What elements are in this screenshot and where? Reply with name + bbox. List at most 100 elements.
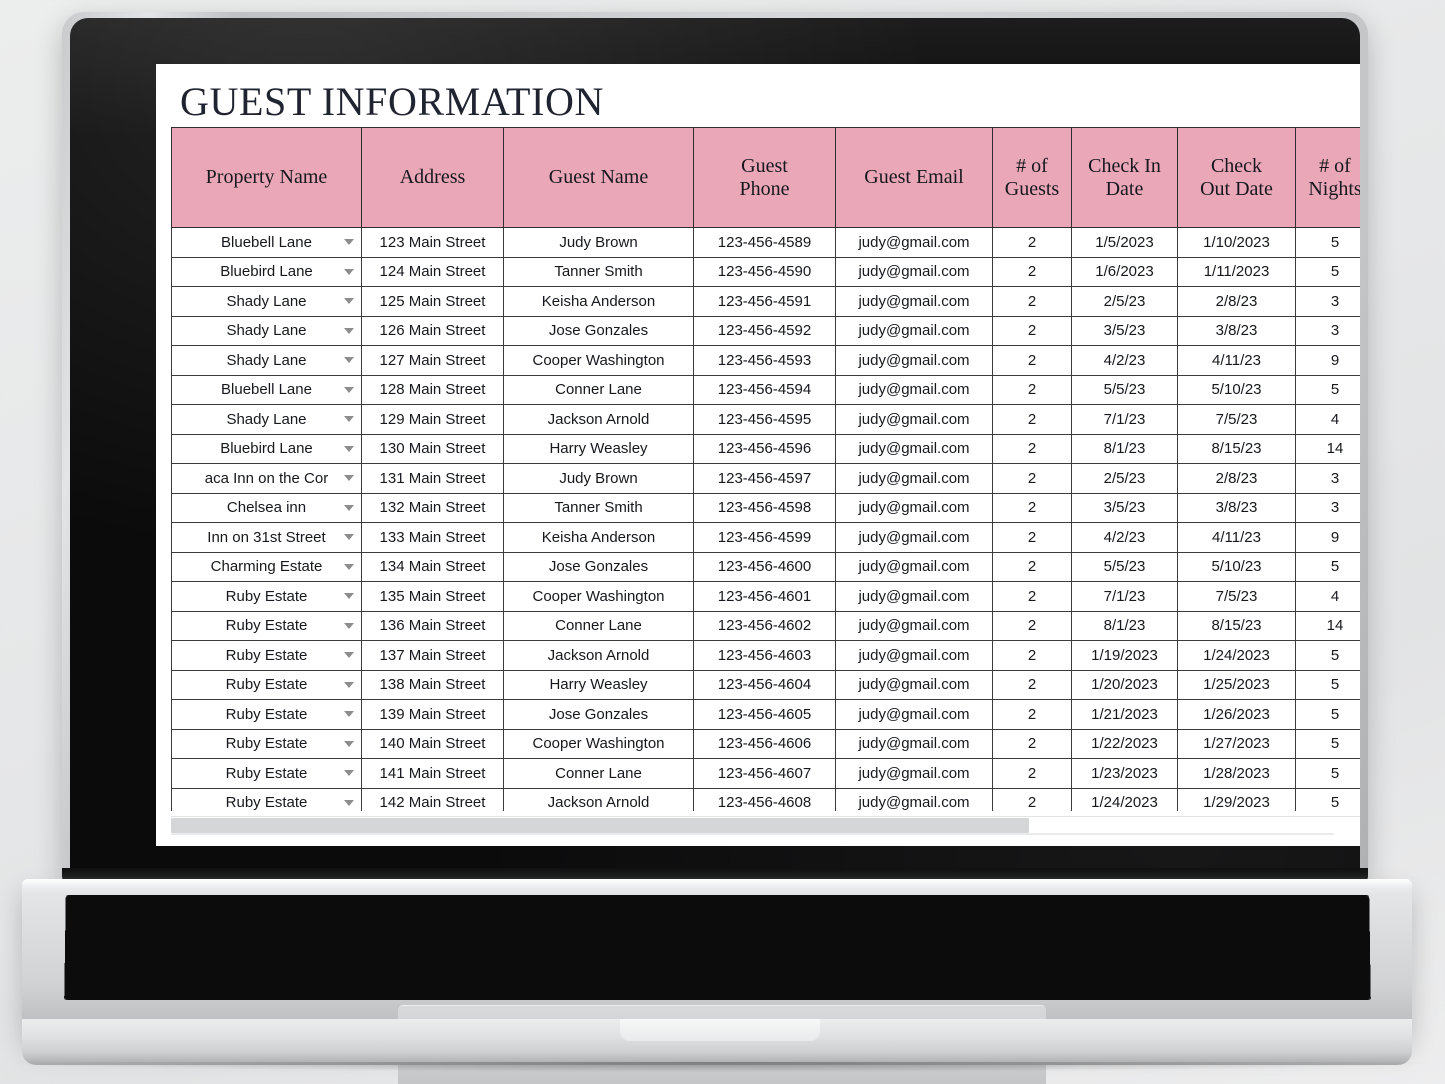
cell-num_guests[interactable]: 2 xyxy=(992,728,1072,759)
cell-num_guests[interactable]: 2 xyxy=(992,463,1072,494)
cell-guest_email[interactable]: judy@gmail.com xyxy=(835,433,993,464)
cell-check_in_date[interactable]: 4/2/23 xyxy=(1071,522,1178,553)
chevron-down-icon[interactable] xyxy=(344,239,354,246)
chevron-down-icon[interactable] xyxy=(344,445,354,452)
cell-check_in_date[interactable]: 1/19/2023 xyxy=(1071,640,1178,671)
cell-check_out_date[interactable]: 4/11/23 xyxy=(1177,345,1296,376)
chevron-down-icon[interactable] xyxy=(344,770,354,777)
cell-guest_email[interactable]: judy@gmail.com xyxy=(835,492,993,523)
column-header-num-nights[interactable]: # of Nights xyxy=(1295,127,1360,228)
cell-check_in_date[interactable]: 1/5/2023 xyxy=(1071,227,1178,258)
cell-guest_name[interactable]: Cooper Washington xyxy=(503,728,694,759)
cell-num_guests[interactable]: 2 xyxy=(992,581,1072,612)
cell-guest_email[interactable]: judy@gmail.com xyxy=(835,522,993,553)
chevron-down-icon[interactable] xyxy=(344,357,354,364)
chevron-down-icon[interactable] xyxy=(344,534,354,541)
cell-property_name[interactable]: Ruby Estate xyxy=(171,787,362,811)
cell-num_guests[interactable]: 2 xyxy=(992,551,1072,582)
cell-check_out_date[interactable]: 3/8/23 xyxy=(1177,492,1296,523)
cell-check_out_date[interactable]: 7/5/23 xyxy=(1177,404,1296,435)
cell-num_nights[interactable]: 14 xyxy=(1295,433,1360,464)
cell-guest_phone[interactable]: 123-456-4607 xyxy=(693,758,836,789)
cell-num_nights[interactable]: 5 xyxy=(1295,787,1360,811)
cell-check_out_date[interactable]: 5/10/23 xyxy=(1177,374,1296,405)
cell-num_guests[interactable]: 2 xyxy=(992,492,1072,523)
chevron-down-icon[interactable] xyxy=(344,652,354,659)
cell-check_in_date[interactable]: 1/20/2023 xyxy=(1071,669,1178,700)
cell-check_in_date[interactable]: 5/5/23 xyxy=(1071,374,1178,405)
cell-property_name[interactable]: Chelsea inn xyxy=(171,492,362,523)
cell-guest_name[interactable]: Conner Lane xyxy=(503,758,694,789)
cell-address[interactable]: 133 Main Street xyxy=(361,522,504,553)
cell-check_in_date[interactable]: 1/23/2023 xyxy=(1071,758,1178,789)
cell-guest_phone[interactable]: 123-456-4592 xyxy=(693,315,836,346)
cell-guest_email[interactable]: judy@gmail.com xyxy=(835,374,993,405)
cell-guest_phone[interactable]: 123-456-4594 xyxy=(693,374,836,405)
cell-guest_name[interactable]: Tanner Smith xyxy=(503,256,694,287)
cell-property_name[interactable]: Bluebird Lane xyxy=(171,256,362,287)
cell-address[interactable]: 139 Main Street xyxy=(361,699,504,730)
cell-address[interactable]: 125 Main Street xyxy=(361,286,504,317)
cell-num_nights[interactable]: 4 xyxy=(1295,404,1360,435)
cell-num_nights[interactable]: 4 xyxy=(1295,581,1360,612)
cell-num_nights[interactable]: 3 xyxy=(1295,315,1360,346)
cell-num_nights[interactable]: 3 xyxy=(1295,286,1360,317)
chevron-down-icon[interactable] xyxy=(344,298,354,305)
cell-check_out_date[interactable]: 1/25/2023 xyxy=(1177,669,1296,700)
cell-check_out_date[interactable]: 1/28/2023 xyxy=(1177,758,1296,789)
cell-guest_email[interactable]: judy@gmail.com xyxy=(835,227,993,258)
column-header-check-out-date[interactable]: Check Out Date xyxy=(1177,127,1296,228)
cell-guest_email[interactable]: judy@gmail.com xyxy=(835,345,993,376)
chevron-down-icon[interactable] xyxy=(344,740,354,747)
cell-num_nights[interactable]: 5 xyxy=(1295,227,1360,258)
cell-guest_phone[interactable]: 123-456-4595 xyxy=(693,404,836,435)
cell-num_nights[interactable]: 5 xyxy=(1295,640,1360,671)
chevron-down-icon[interactable] xyxy=(344,416,354,423)
horizontal-scrollbar[interactable] xyxy=(171,816,1360,835)
chevron-down-icon[interactable] xyxy=(344,681,354,688)
cell-address[interactable]: 136 Main Street xyxy=(361,610,504,641)
cell-num_guests[interactable]: 2 xyxy=(992,374,1072,405)
cell-check_in_date[interactable]: 1/22/2023 xyxy=(1071,728,1178,759)
cell-guest_name[interactable]: Keisha Anderson xyxy=(503,522,694,553)
column-header-guest-email[interactable]: Guest Email xyxy=(835,127,993,228)
cell-guest_email[interactable]: judy@gmail.com xyxy=(835,669,993,700)
cell-property_name[interactable]: Charming Estate xyxy=(171,551,362,582)
cell-num_guests[interactable]: 2 xyxy=(992,315,1072,346)
column-header-property-name[interactable]: Property Name xyxy=(171,127,362,228)
chevron-down-icon[interactable] xyxy=(344,475,354,482)
cell-num_nights[interactable]: 9 xyxy=(1295,345,1360,376)
cell-guest_name[interactable]: Cooper Washington xyxy=(503,581,694,612)
cell-num_guests[interactable]: 2 xyxy=(992,522,1072,553)
cell-check_out_date[interactable]: 1/27/2023 xyxy=(1177,728,1296,759)
cell-address[interactable]: 134 Main Street xyxy=(361,551,504,582)
cell-guest_name[interactable]: Jose Gonzales xyxy=(503,699,694,730)
chevron-down-icon[interactable] xyxy=(344,327,354,334)
cell-guest_email[interactable]: judy@gmail.com xyxy=(835,315,993,346)
cell-num_nights[interactable]: 5 xyxy=(1295,728,1360,759)
chevron-down-icon[interactable] xyxy=(344,386,354,393)
chevron-down-icon[interactable] xyxy=(344,799,354,806)
cell-check_out_date[interactable]: 1/10/2023 xyxy=(1177,227,1296,258)
cell-num_nights[interactable]: 3 xyxy=(1295,492,1360,523)
cell-num_nights[interactable]: 5 xyxy=(1295,699,1360,730)
cell-guest_phone[interactable]: 123-456-4599 xyxy=(693,522,836,553)
cell-property_name[interactable]: Shady Lane xyxy=(171,286,362,317)
cell-guest_phone[interactable]: 123-456-4604 xyxy=(693,669,836,700)
cell-property_name[interactable]: Ruby Estate xyxy=(171,640,362,671)
cell-check_in_date[interactable]: 8/1/23 xyxy=(1071,433,1178,464)
cell-check_in_date[interactable]: 7/1/23 xyxy=(1071,404,1178,435)
cell-guest_email[interactable]: judy@gmail.com xyxy=(835,640,993,671)
chevron-down-icon[interactable] xyxy=(344,622,354,629)
column-header-check-in-date[interactable]: Check In Date xyxy=(1071,127,1178,228)
cell-check_out_date[interactable]: 4/11/23 xyxy=(1177,522,1296,553)
cell-address[interactable]: 137 Main Street xyxy=(361,640,504,671)
cell-guest_phone[interactable]: 123-456-4590 xyxy=(693,256,836,287)
cell-guest_phone[interactable]: 123-456-4591 xyxy=(693,286,836,317)
column-header-guest-name[interactable]: Guest Name xyxy=(503,127,694,228)
cell-property_name[interactable]: Inn on 31st Street xyxy=(171,522,362,553)
cell-property_name[interactable]: Bluebird Lane xyxy=(171,433,362,464)
cell-address[interactable]: 142 Main Street xyxy=(361,787,504,811)
column-header-guest-phone[interactable]: Guest Phone xyxy=(693,127,836,228)
cell-address[interactable]: 129 Main Street xyxy=(361,404,504,435)
